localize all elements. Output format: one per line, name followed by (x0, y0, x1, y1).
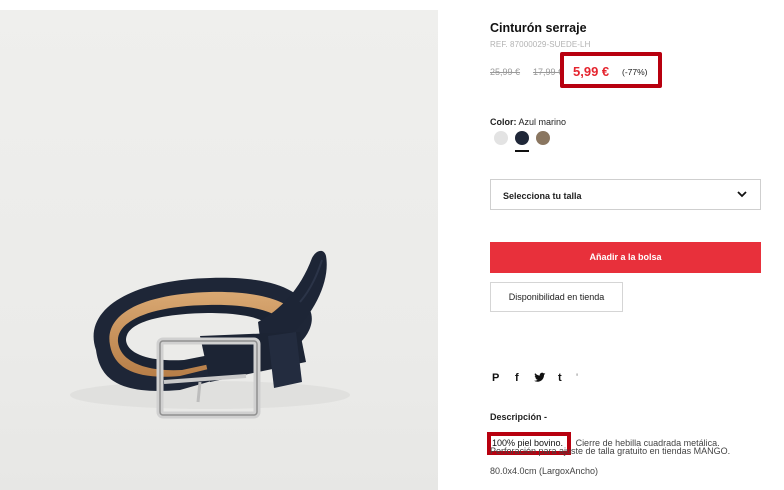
description-line-2: Perforación para ajuste de talla gratuit… (490, 446, 731, 456)
color-swatch-taupe[interactable] (536, 131, 550, 145)
facebook-icon[interactable]: f (515, 372, 519, 384)
belt-illustration (70, 250, 350, 419)
product-reference: REF. 87000029-SUEDE-LH (490, 40, 591, 49)
description-dimensions: 80.0x4.0cm (LargoxAncho) (490, 466, 599, 476)
add-to-bag-button[interactable]: Añadir a la bolsa (490, 242, 761, 273)
original-price: 25,99 € (490, 67, 521, 77)
previous-sale-price: 17,99 € (533, 67, 564, 77)
chevron-down-icon (737, 191, 747, 198)
product-info-panel: Cinturón serraje REF. 87000029-SUEDE-LH … (487, 0, 780, 490)
pinterest-icon[interactable]: P (492, 372, 499, 384)
product-image[interactable] (0, 10, 438, 490)
color-label: Color: Azul marino (490, 117, 566, 127)
color-label-value: Azul marino (518, 117, 567, 127)
selected-swatch-indicator (515, 150, 529, 152)
size-select[interactable]: Selecciona tu talla (490, 179, 761, 210)
current-price: 5,99 € (573, 64, 610, 79)
discount-badge: (-77%) (622, 67, 648, 77)
size-select-label: Selecciona tu talla (503, 191, 582, 201)
color-swatch-navy[interactable] (515, 131, 529, 145)
price-highlight-box: 5,99 € (-77%) (560, 52, 662, 88)
more-icon[interactable]: ' (576, 372, 578, 384)
description-heading[interactable]: Descripción - (490, 412, 547, 422)
color-label-key: Color: (490, 117, 517, 127)
color-swatch-light-grey[interactable] (494, 131, 508, 145)
product-title: Cinturón serraje (490, 21, 587, 35)
tumblr-icon[interactable]: t (558, 372, 562, 384)
twitter-icon[interactable] (534, 372, 546, 386)
store-availability-button[interactable]: Disponibilidad en tienda (490, 282, 623, 312)
twitter-bird-glyph (534, 372, 546, 382)
